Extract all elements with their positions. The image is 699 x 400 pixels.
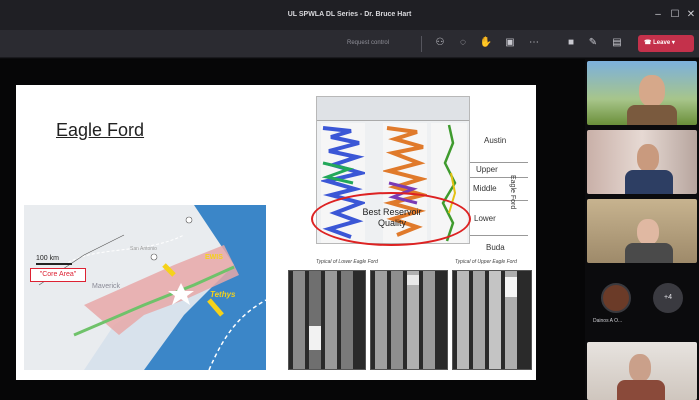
maverick-label: Maverick (92, 283, 121, 290)
austin-label: Austin (484, 136, 507, 145)
middle-label: Middle (473, 184, 497, 193)
log-header (317, 97, 469, 121)
austin-base-line (470, 162, 528, 163)
map-figure (24, 205, 266, 370)
share-icon[interactable]: ▤ (609, 35, 625, 51)
upper-cores-caption: Typical of Upper Eagle Ford (455, 259, 517, 265)
maximize-button[interactable]: ☐ (668, 8, 682, 22)
meeting-toolbar: Request control ⚇ ◌ ✋ ▣ ⋯ ■ ✎ ▤ ☎ Leave … (0, 30, 699, 58)
minimize-button[interactable]: – (651, 8, 665, 22)
core-area-label: "Core Area" (30, 268, 86, 282)
phone-icon: ☎ (644, 40, 654, 46)
san-antonio-label: San Antonio (130, 246, 157, 252)
leave-label: Leave (653, 40, 671, 46)
more-icon[interactable]: ⋯ (526, 35, 542, 51)
reactions-icon[interactable]: ✋ (478, 35, 494, 51)
eagle-ford-vertical-label: Eagle Ford (509, 175, 516, 210)
leave-button[interactable]: ☎ Leave ▾ (638, 35, 694, 52)
best-reservoir-label: Best Reservoir Quality (362, 207, 422, 228)
slide-title: Eagle Ford (56, 120, 145, 140)
map-scale-bar (36, 263, 72, 265)
core-photo-3 (452, 270, 532, 370)
participant-video-tile-4[interactable] (587, 342, 697, 400)
teams-meeting-window: UL SPWLA DL Series - Dr. Bruce Hart – ☐ … (0, 0, 699, 400)
map-scale-label: 100 km (36, 255, 59, 262)
lower-cores-caption: Typical of Lower Eagle Ford (316, 259, 378, 265)
participant-avatar[interactable] (601, 283, 631, 313)
participant-video-tile-2[interactable] (587, 130, 697, 194)
more-participants-button[interactable]: +4 (653, 283, 683, 313)
buda-label: Buda (486, 243, 505, 252)
rooms-icon[interactable]: ▣ (502, 35, 518, 51)
upper-base-line (470, 177, 528, 178)
lower-base-line (470, 235, 528, 236)
participant-video-tile-1[interactable] (587, 61, 697, 125)
chat-icon[interactable]: ◌ (455, 35, 471, 51)
close-button[interactable]: ✕ (684, 8, 698, 22)
participant-name: Dainos A O... (593, 318, 623, 324)
ewis-label: EWIS (205, 254, 223, 261)
title-bar: UL SPWLA DL Series - Dr. Bruce Hart – ☐ … (0, 0, 699, 30)
lower-label: Lower (474, 214, 496, 223)
middle-base-line (470, 200, 528, 201)
core-photo-1 (288, 270, 366, 370)
upper-label: Upper (476, 165, 498, 174)
core-photo-2 (370, 270, 448, 370)
mic-off-icon[interactable]: ✎ (585, 35, 601, 51)
tethys-label: Tethys (210, 290, 236, 299)
camera-icon[interactable]: ■ (563, 35, 579, 51)
people-icon[interactable]: ⚇ (432, 35, 448, 51)
request-control-button[interactable]: Request control (347, 40, 389, 46)
participant-video-tile-3[interactable] (587, 199, 697, 263)
toolbar-divider (421, 36, 422, 52)
window-title: UL SPWLA DL Series - Dr. Bruce Hart (287, 11, 412, 18)
